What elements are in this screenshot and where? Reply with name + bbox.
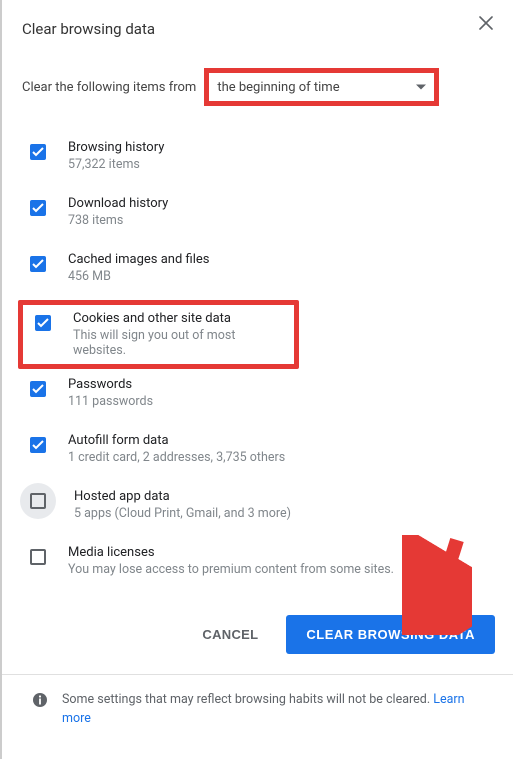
chevron-down-icon xyxy=(416,80,426,95)
item-sub: 1 credit card, 2 addresses, 3,735 others xyxy=(68,450,499,465)
item-label: Browsing history xyxy=(68,140,499,155)
checkbox-cookies[interactable] xyxy=(35,315,51,331)
dialog-title: Clear browsing data xyxy=(22,20,499,38)
footer-text: Some settings that may reflect browsing … xyxy=(62,692,433,707)
dialog-actions: CANCEL CLEAR BROWSING DATA xyxy=(22,615,499,654)
item-download-history: Download history 738 items xyxy=(22,188,499,244)
checkbox-hosted-app-hover[interactable] xyxy=(20,483,56,519)
footer-text-block: Some settings that may reflect browsing … xyxy=(62,691,491,729)
timerange-value: the beginning of time xyxy=(217,80,339,95)
timerange-select[interactable]: the beginning of time xyxy=(204,68,439,106)
item-label: Cached images and files xyxy=(68,252,499,267)
item-sub: This will sign you out of most websites. xyxy=(73,328,290,358)
items-list: Browsing history 57,322 items Download h… xyxy=(22,132,499,593)
footer-separator xyxy=(2,674,513,675)
item-autofill: Autofill form data 1 credit card, 2 addr… xyxy=(22,425,499,481)
checkbox-passwords[interactable] xyxy=(30,381,46,397)
close-icon[interactable] xyxy=(479,15,493,29)
footer-note: Some settings that may reflect browsing … xyxy=(22,691,499,729)
item-sub: You may lose access to premium content f… xyxy=(68,562,499,577)
item-label: Passwords xyxy=(68,377,499,392)
checkbox-hosted-app[interactable] xyxy=(30,493,46,509)
item-hosted-app: Hosted app data 5 apps (Cloud Print, Gma… xyxy=(22,481,499,537)
cookies-highlight-annotation: Cookies and other site data This will si… xyxy=(18,300,299,369)
timerange-prefix: Clear the following items from xyxy=(22,80,196,95)
item-label: Download history xyxy=(68,196,499,211)
clear-browsing-data-button[interactable]: CLEAR BROWSING DATA xyxy=(286,615,495,654)
info-icon xyxy=(32,692,48,708)
checkbox-browsing-history[interactable] xyxy=(30,144,46,160)
clear-browsing-data-dialog: Clear browsing data Clear the following … xyxy=(0,0,513,759)
item-sub: 5 apps (Cloud Print, Gmail, and 3 more) xyxy=(74,506,499,521)
item-browsing-history: Browsing history 57,322 items xyxy=(22,132,499,188)
checkbox-cached-images[interactable] xyxy=(30,256,46,272)
item-cached-images: Cached images and files 456 MB xyxy=(22,244,499,300)
checkbox-media-licenses[interactable] xyxy=(30,549,46,565)
timerange-row: Clear the following items from the begin… xyxy=(22,68,499,106)
item-sub: 738 items xyxy=(68,213,499,228)
item-media-licenses: Media licenses You may lose access to pr… xyxy=(22,537,499,593)
item-label: Cookies and other site data xyxy=(73,311,290,326)
item-label: Autofill form data xyxy=(68,433,499,448)
checkbox-download-history[interactable] xyxy=(30,200,46,216)
checkbox-autofill[interactable] xyxy=(30,437,46,453)
item-label: Hosted app data xyxy=(74,489,499,504)
item-sub: 57,322 items xyxy=(68,157,499,172)
item-sub: 456 MB xyxy=(68,269,499,284)
item-sub: 111 passwords xyxy=(68,394,499,409)
item-cookies: Cookies and other site data This will si… xyxy=(27,311,290,358)
cancel-button[interactable]: CANCEL xyxy=(184,615,276,654)
item-label: Media licenses xyxy=(68,545,499,560)
item-passwords: Passwords 111 passwords xyxy=(22,369,499,425)
